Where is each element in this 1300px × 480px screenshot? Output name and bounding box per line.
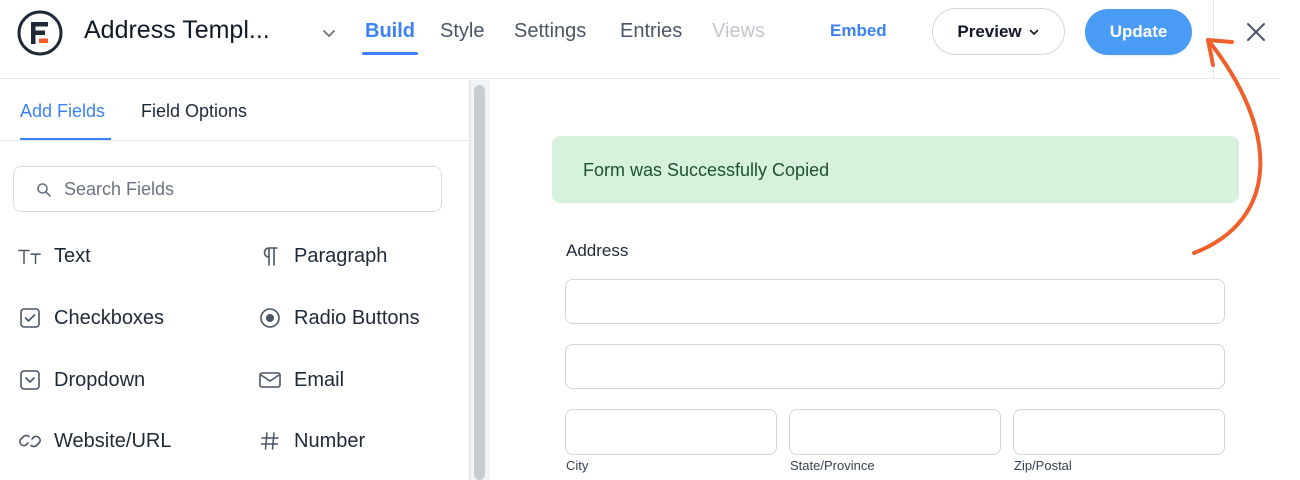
- form-canvas: Form was Successfully Copied Address Cit…: [491, 80, 1280, 480]
- field-type-label: Email: [294, 368, 345, 391]
- tab-settings[interactable]: Settings: [514, 20, 586, 43]
- checkbox-icon: [18, 306, 42, 330]
- field-type-website-url[interactable]: Website/URL: [18, 426, 171, 456]
- text-icon: [18, 244, 42, 268]
- address-label: Address: [566, 241, 629, 260]
- radio-icon: [258, 306, 282, 330]
- field-type-number[interactable]: Number: [258, 426, 365, 456]
- update-button[interactable]: Update: [1085, 9, 1192, 55]
- top-bar: Address Templ... Build Style Settings En…: [0, 0, 1280, 79]
- field-type-paragraph[interactable]: Paragraph: [258, 241, 387, 271]
- hash-icon: [258, 429, 282, 453]
- field-type-label: Radio Buttons: [294, 306, 420, 329]
- chevron-down-icon[interactable]: [320, 24, 338, 42]
- success-alert: Form was Successfully Copied: [552, 136, 1239, 203]
- field-type-checkboxes[interactable]: Checkboxes: [18, 303, 164, 333]
- field-type-label: Paragraph: [294, 244, 388, 267]
- form-title: Address Templ...: [84, 16, 270, 44]
- sidebar-tabs: Add Fields Field Options: [0, 80, 470, 141]
- tab-views[interactable]: Views: [712, 20, 765, 43]
- address-line-2-input[interactable]: [565, 344, 1225, 389]
- field-type-email[interactable]: Email: [258, 365, 344, 395]
- zip-input[interactable]: [1013, 409, 1225, 455]
- preview-label: Preview: [957, 21, 1022, 41]
- search-icon: [37, 183, 51, 197]
- field-type-radio-buttons[interactable]: Radio Buttons: [258, 303, 420, 333]
- formidable-logo-icon[interactable]: [16, 9, 64, 57]
- preview-button[interactable]: Preview: [932, 8, 1065, 55]
- zip-label: Zip/Postal: [1014, 458, 1072, 473]
- address-line-1-input[interactable]: [565, 279, 1225, 324]
- active-tab-indicator: [20, 138, 111, 140]
- tab-build[interactable]: Build: [365, 20, 415, 43]
- sidebar-scrollbar[interactable]: [470, 80, 490, 480]
- state-input[interactable]: [789, 409, 1001, 455]
- field-type-label: Number: [294, 429, 366, 452]
- field-type-dropdown[interactable]: Dropdown: [18, 365, 145, 395]
- link-icon: [18, 429, 42, 453]
- field-type-text[interactable]: Text: [18, 241, 91, 271]
- paragraph-icon: [258, 244, 282, 268]
- chevron-down-icon: [1029, 29, 1038, 35]
- field-type-label: Dropdown: [54, 368, 146, 391]
- tab-field-options[interactable]: Field Options: [141, 101, 247, 122]
- search-fields-input[interactable]: [64, 167, 434, 211]
- search-fields-box[interactable]: [13, 166, 442, 212]
- scrollbar-thumb[interactable]: [474, 85, 485, 480]
- tab-add-fields[interactable]: Add Fields: [20, 101, 105, 122]
- field-type-label: Text: [54, 244, 91, 267]
- city-label: City: [566, 458, 589, 473]
- field-type-label: Checkboxes: [54, 306, 165, 329]
- close-icon[interactable]: [1244, 20, 1268, 44]
- email-icon: [258, 368, 282, 392]
- tab-style[interactable]: Style: [440, 20, 484, 43]
- fields-sidebar: Add Fields Field Options Text Paragraph: [0, 80, 470, 480]
- divider: [1213, 0, 1214, 79]
- dropdown-icon: [18, 368, 42, 392]
- success-message: Form was Successfully Copied: [583, 160, 830, 180]
- city-input[interactable]: [565, 409, 777, 455]
- tab-entries[interactable]: Entries: [620, 20, 682, 43]
- field-type-label: Website/URL: [54, 429, 172, 452]
- state-label: State/Province: [790, 458, 875, 473]
- active-tab-indicator: [362, 52, 418, 55]
- embed-link[interactable]: Embed: [830, 21, 887, 41]
